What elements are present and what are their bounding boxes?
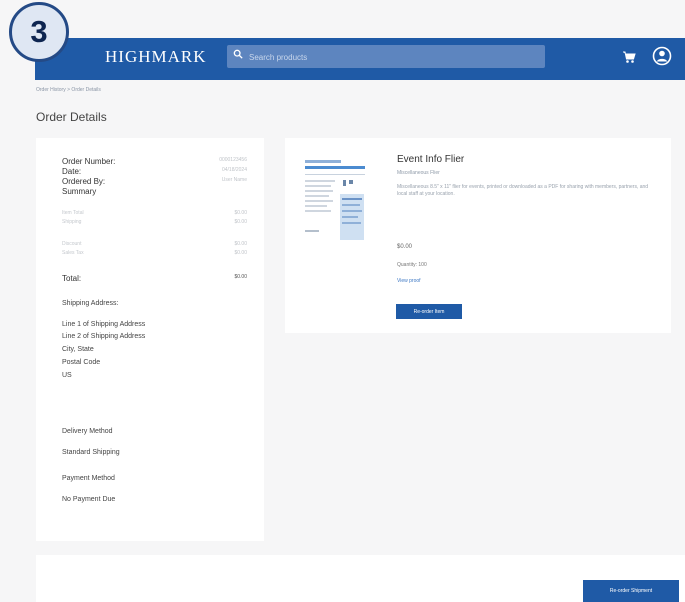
cart-icon[interactable] — [622, 50, 636, 64]
product-price: $0.00 — [397, 244, 413, 250]
address-line-2: Line 2 of Shipping Address — [62, 333, 146, 340]
discount-value: $0.00 — [234, 241, 247, 247]
delivery-method-heading: Delivery Method — [62, 428, 113, 435]
product-thumbnail[interactable] — [303, 158, 369, 258]
step-badge: 3 — [9, 2, 69, 62]
reorder-item-button[interactable]: Re-order Item — [396, 304, 462, 319]
delivery-method-value: Standard Shipping — [62, 449, 120, 456]
discount-label: Discount — [62, 241, 82, 247]
order-number-label: Order Number: — [62, 157, 116, 166]
search-input[interactable] — [247, 45, 541, 70]
page-title: Order Details — [36, 110, 107, 124]
total-label: Total: — [62, 274, 82, 283]
date-label: Date: — [62, 167, 82, 176]
payment-method-heading: Payment Method — [62, 475, 115, 482]
shipping-cost-value: $0.00 — [234, 219, 247, 225]
shipping-cost-label: Shipping — [62, 219, 82, 225]
breadcrumb[interactable]: Order History > Order Details — [36, 87, 101, 93]
address-line-5: US — [62, 372, 72, 379]
product-quantity: Quantity: 100 — [397, 262, 427, 268]
user-icon[interactable] — [652, 46, 672, 66]
date-value: 04/18/2024 — [221, 167, 247, 173]
ordered-by-label: Ordered By: — [62, 177, 106, 186]
product-name[interactable]: Event Info Flier — [397, 154, 464, 165]
subtotal-value: $0.00 — [234, 210, 247, 216]
total-value: $0.00 — [234, 274, 247, 280]
shipping-address-heading: Shipping Address: — [62, 300, 119, 307]
reorder-shipment-button[interactable]: Re-order Shipment — [583, 580, 679, 602]
view-proof-link[interactable]: View proof — [397, 278, 421, 284]
address-line-3: City, State — [62, 346, 94, 353]
product-subtitle: Miscellaneous Flier — [397, 170, 440, 176]
order-summary-panel: Order Number: 0000123456 Date: 04/18/202… — [36, 138, 264, 541]
product-description: Miscellaneous 8.5" x 11" flier for event… — [397, 184, 649, 197]
address-line-4: Postal Code — [62, 359, 101, 366]
highmark-logo[interactable]: HIGHMARK — [105, 47, 207, 67]
address-line-1: Line 1 of Shipping Address — [62, 321, 146, 328]
tax-label: Sales Tax — [62, 250, 84, 256]
product-card: Event Info Flier Miscellaneous Flier Mis… — [285, 138, 671, 333]
ordered-by-value: User Name — [221, 177, 247, 183]
summary-label: Summary — [62, 187, 97, 196]
subtotal-label: Item Total — [62, 210, 84, 216]
payment-method-value: No Payment Due — [62, 496, 116, 503]
tax-value: $0.00 — [234, 250, 247, 256]
top-navigation-bar: HIGHMARK — [35, 38, 685, 80]
order-number-value: 0000123456 — [219, 157, 247, 163]
search-icon — [233, 49, 243, 59]
search-bar[interactable] — [227, 45, 545, 70]
